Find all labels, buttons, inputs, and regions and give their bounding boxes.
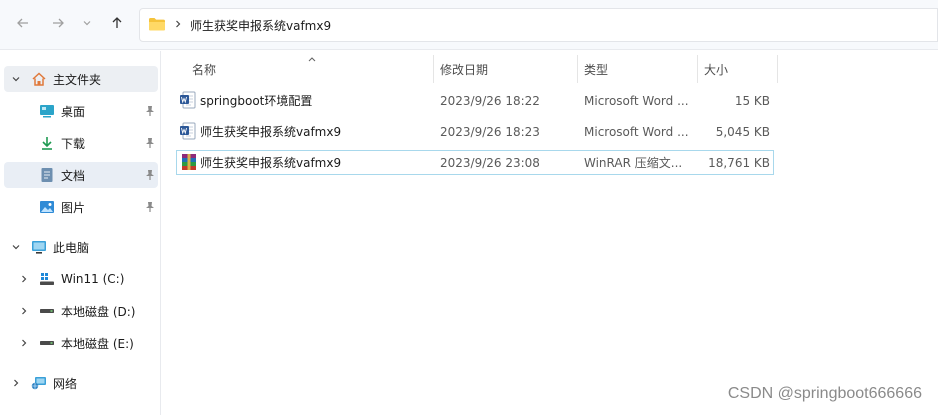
column-header-date[interactable]: 修改日期 (432, 55, 577, 83)
file-name: 师生获奖申报系统vafmx9 (200, 156, 342, 170)
file-name: springboot环境配置 (200, 94, 313, 108)
address-bar[interactable]: 师生获奖申报系统vafmx9 (139, 8, 938, 42)
winrar-archive-icon (180, 153, 198, 171)
file-size: 15 KB (734, 93, 770, 108)
chevron-right-icon (174, 18, 182, 32)
breadcrumb-folder[interactable]: 师生获奖申报系统vafmx9 (190, 17, 331, 34)
file-row[interactable]: 师生获奖申报系统vafmx9 2023/9/26 23:08 WinRAR 压缩… (176, 150, 774, 175)
windows-drive-icon (39, 271, 55, 287)
file-list: 名称 修改日期 类型 大小 springboot环境配置 2023/9/26 1… (162, 51, 938, 415)
file-date: 2023/9/26 18:22 (440, 93, 540, 108)
download-icon (39, 135, 55, 151)
file-size: 5,045 KB (715, 124, 770, 139)
chevron-right-icon[interactable] (10, 377, 22, 389)
chevron-right-icon[interactable] (18, 273, 30, 285)
arrow-left-icon (16, 16, 30, 33)
pin-icon[interactable] (144, 169, 156, 181)
document-icon (39, 167, 55, 183)
sidebar-item-network[interactable]: 网络 (4, 370, 158, 396)
sidebar-item-home[interactable]: 主文件夹 (4, 66, 158, 92)
pin-icon[interactable] (144, 201, 156, 213)
home-icon (31, 71, 47, 87)
pictures-icon (39, 199, 55, 215)
column-header-label: 名称 (192, 62, 217, 77)
file-date: 2023/9/26 18:23 (440, 124, 540, 139)
folder-icon (148, 16, 166, 35)
chevron-right-icon[interactable] (18, 337, 30, 349)
column-header-label: 类型 (584, 62, 609, 77)
sidebar-item-documents[interactable]: 文档 (4, 162, 158, 188)
recent-locations-button[interactable] (77, 10, 97, 38)
sidebar-item-this-pc[interactable]: 此电脑 (4, 234, 158, 260)
drive-icon (39, 335, 55, 351)
drive-icon (39, 303, 55, 319)
pin-icon[interactable] (144, 137, 156, 149)
pin-icon[interactable] (144, 105, 156, 117)
sidebar-item-pictures[interactable]: 图片 (4, 194, 158, 220)
sidebar-item-label: 此电脑 (53, 240, 90, 255)
sidebar-item-desktop[interactable]: 桌面 (4, 98, 158, 124)
file-type: Microsoft Word ... (584, 93, 689, 108)
column-header-label: 大小 (704, 62, 729, 77)
file-row[interactable]: springboot环境配置 2023/9/26 18:22 Microsoft… (176, 88, 774, 113)
navigation-pane: 主文件夹 桌面 下载 文档 图片 此电脑 Win11 (C:) 本地磁盘 (D:… (0, 51, 161, 415)
sidebar-item-drive-e[interactable]: 本地磁盘 (E:) (4, 330, 158, 356)
chevron-down-icon[interactable] (10, 73, 22, 85)
chevron-down-icon[interactable] (10, 241, 22, 253)
sidebar-item-downloads[interactable]: 下载 (4, 130, 158, 156)
sidebar-item-label: 本地磁盘 (E:) (61, 336, 134, 351)
file-date: 2023/9/26 23:08 (440, 155, 540, 170)
sidebar-item-label: 网络 (53, 376, 78, 391)
column-header-size[interactable]: 大小 (696, 55, 776, 83)
monitor-icon (31, 239, 47, 255)
up-button[interactable] (104, 10, 130, 38)
desktop-icon (39, 103, 55, 119)
back-button[interactable] (10, 10, 36, 38)
toolbar: 师生获奖申报系统vafmx9 (0, 0, 938, 50)
file-type: Microsoft Word ... (584, 124, 689, 139)
file-size: 18,761 KB (708, 155, 770, 170)
sidebar-item-drive-c[interactable]: Win11 (C:) (4, 266, 158, 292)
column-header-type[interactable]: 类型 (576, 55, 696, 83)
sidebar-item-label: 本地磁盘 (D:) (61, 304, 136, 319)
file-row[interactable]: 师生获奖申报系统vafmx9 2023/9/26 18:23 Microsoft… (176, 119, 774, 144)
sidebar-item-label: Win11 (C:) (61, 272, 125, 286)
arrow-right-icon (51, 16, 65, 33)
column-header-name[interactable]: 名称 (184, 55, 432, 83)
sidebar-item-label: 文档 (61, 168, 86, 183)
sidebar-item-label: 下载 (61, 136, 86, 151)
sidebar-item-drive-d[interactable]: 本地磁盘 (D:) (4, 298, 158, 324)
chevron-right-icon[interactable] (18, 305, 30, 317)
sidebar-item-label: 图片 (61, 200, 86, 215)
chevron-down-icon (82, 17, 92, 31)
watermark-text: CSDN @springboot666666 (727, 385, 922, 402)
word-doc-icon (179, 122, 197, 140)
column-divider[interactable] (777, 55, 778, 83)
forward-button[interactable] (45, 10, 71, 38)
file-type: WinRAR 压缩文... (584, 156, 683, 170)
sidebar-item-label: 主文件夹 (53, 72, 102, 87)
sidebar-item-label: 桌面 (61, 104, 86, 119)
arrow-up-icon (110, 16, 124, 33)
column-header-label: 修改日期 (440, 62, 489, 77)
word-doc-icon (179, 91, 197, 109)
network-icon (31, 375, 47, 391)
file-name: 师生获奖申报系统vafmx9 (200, 125, 342, 139)
